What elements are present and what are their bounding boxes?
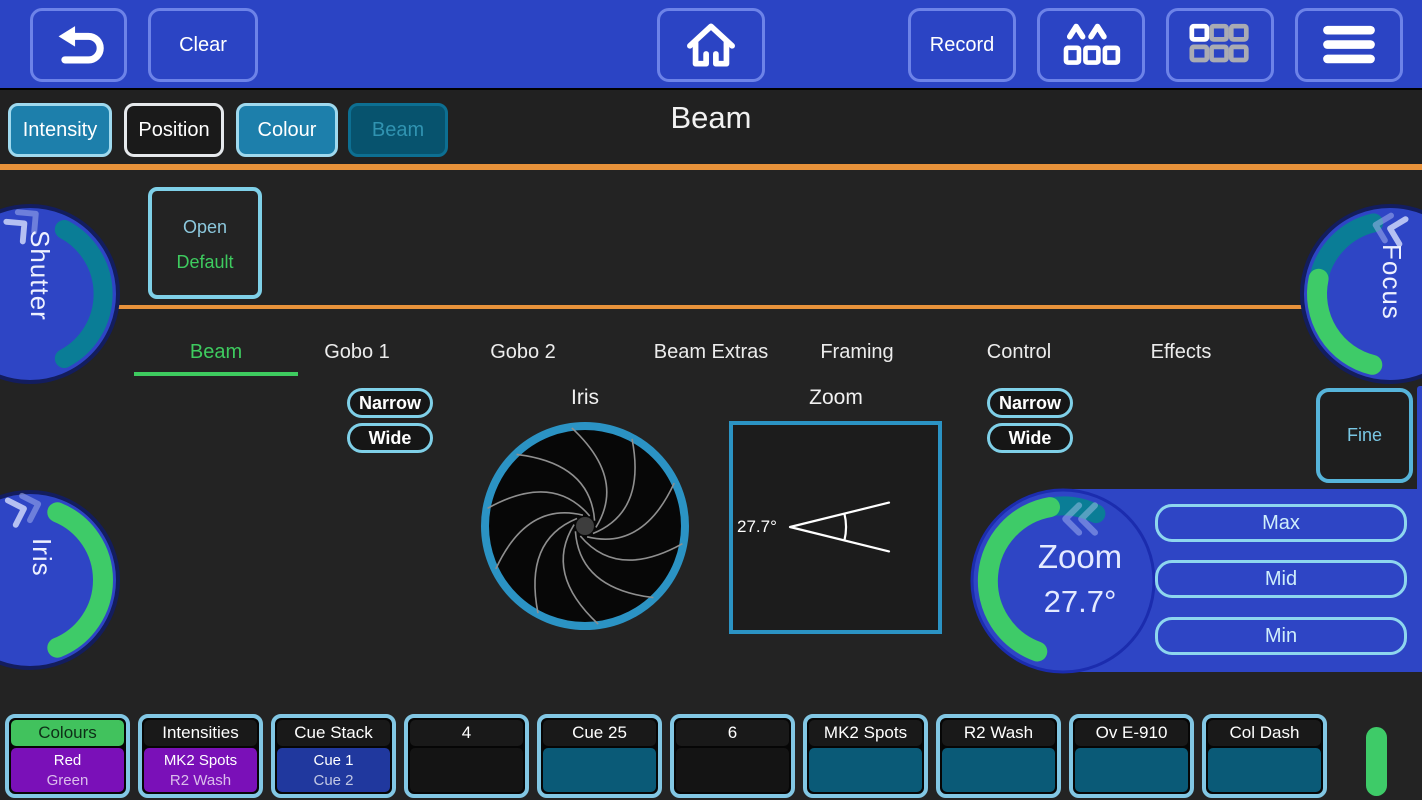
iris-section-label: Iris	[571, 386, 599, 409]
playback-title: 6	[676, 720, 789, 746]
playback-body	[410, 748, 523, 792]
preset-open-default-button[interactable]: Open Default	[148, 187, 262, 299]
playback-ov-e-910[interactable]: Ov E-910	[1069, 714, 1194, 798]
fine-button[interactable]: Fine	[1316, 388, 1413, 483]
playback-body: Cue 1 Cue 2	[277, 748, 390, 792]
sub-tab-gobo-1[interactable]: Gobo 1	[300, 334, 414, 372]
playback-col-dash[interactable]: Col Dash	[1202, 714, 1327, 798]
tab-colour[interactable]: Colour	[236, 103, 338, 157]
lighting-console-screen: Clear Record Intensity Position Colour B…	[0, 0, 1422, 800]
tab-beam[interactable]: Beam	[348, 103, 448, 157]
zoom-max-button[interactable]: Max	[1155, 504, 1407, 542]
sub-tab-effects[interactable]: Effects	[1124, 334, 1238, 372]
playback-body	[942, 748, 1055, 792]
preset-line-default: Default	[176, 252, 234, 272]
workspace-grid-icon	[1189, 23, 1249, 63]
playback-body	[1208, 748, 1321, 792]
playback-body: Red Green	[11, 748, 124, 792]
zoom-section-label: Zoom	[809, 386, 863, 409]
clear-button[interactable]: Clear	[148, 8, 258, 82]
home-button[interactable]	[657, 8, 765, 82]
fixtures-button[interactable]	[1037, 8, 1145, 82]
playback-line: Green	[46, 771, 89, 789]
home-icon	[687, 23, 735, 67]
playback-cue-25[interactable]: Cue 25	[537, 714, 662, 798]
iris-aperture-visualization	[481, 422, 689, 630]
playback-line: Cue 1	[313, 751, 354, 769]
playback-cue-stack[interactable]: Cue Stack Cue 1 Cue 2	[271, 714, 396, 798]
header-divider	[0, 164, 1422, 170]
sub-tab-beam[interactable]: Beam	[134, 334, 298, 376]
sub-tab-framing[interactable]: Framing	[800, 334, 914, 372]
playback-title: Intensities	[144, 720, 257, 746]
playback-title: MK2 Spots	[809, 720, 922, 746]
playback-line: MK2 Spots	[163, 751, 238, 769]
palette-tab-row: Intensity Position Colour Beam	[0, 88, 1422, 166]
playback-6[interactable]: 6	[670, 714, 795, 798]
edge-panel-sliver	[1417, 386, 1422, 492]
playback-line: Red	[53, 751, 82, 769]
focus-encoder-label: Focus	[1377, 244, 1407, 320]
top-toolbar: Clear Record	[0, 0, 1422, 88]
playback-title: 4	[410, 720, 523, 746]
playback-title: Cue 25	[543, 720, 656, 746]
playback-4[interactable]: 4	[404, 714, 529, 798]
record-button[interactable]: Record	[908, 8, 1016, 82]
iris-encoder-label: Iris	[27, 538, 57, 577]
playback-title: R2 Wash	[942, 720, 1055, 746]
grand-master-indicator	[1366, 727, 1387, 796]
back-arrow-icon	[58, 26, 104, 64]
tab-intensity[interactable]: Intensity	[8, 103, 112, 157]
playback-intensities[interactable]: Intensities MK2 Spots R2 Wash	[138, 714, 263, 798]
zoom-collapse-chevron-icon	[1062, 502, 1098, 536]
playback-body	[809, 748, 922, 792]
playback-title: Colours	[11, 720, 124, 746]
playback-body	[1075, 748, 1188, 792]
playback-colours[interactable]: Colours Red Green	[5, 714, 130, 798]
playback-title: Ov E-910	[1075, 720, 1188, 746]
shutter-encoder-label: Shutter	[25, 230, 55, 321]
playback-line: Cue 2	[313, 771, 354, 789]
zoom-mid-button[interactable]: Mid	[1155, 560, 1407, 598]
zoom-narrow-button[interactable]: Narrow	[987, 388, 1073, 418]
sub-tab-beam-extras[interactable]: Beam Extras	[630, 334, 792, 372]
sub-tab-gobo-2[interactable]: Gobo 2	[466, 334, 580, 372]
playback-title: Col Dash	[1208, 720, 1321, 746]
section-divider	[0, 305, 1422, 309]
playback-line: R2 Wash	[169, 771, 232, 789]
sub-tab-control[interactable]: Control	[962, 334, 1076, 372]
back-button[interactable]	[30, 8, 127, 82]
zoom-wide-button[interactable]: Wide	[987, 423, 1073, 453]
playback-body	[676, 748, 789, 792]
tab-position[interactable]: Position	[124, 103, 224, 157]
playback-row: Colours Red Green Intensities MK2 Spots R2 Wa…	[0, 714, 1422, 798]
zoom-encoder-label: Zoom	[1037, 538, 1123, 575]
playback-title: Cue Stack	[277, 720, 390, 746]
hamburger-menu-icon	[1323, 25, 1375, 64]
playback-body	[543, 748, 656, 792]
workspaces-button[interactable]	[1166, 8, 1274, 82]
iris-narrow-button[interactable]: Narrow	[347, 388, 433, 418]
menu-button[interactable]	[1295, 8, 1403, 82]
playback-mk2-spots[interactable]: MK2 Spots	[803, 714, 928, 798]
moving-head-fixtures-icon	[1063, 23, 1121, 65]
playback-body: MK2 Spots R2 Wash	[144, 748, 257, 792]
zoom-encoder-value: 27.7°	[1043, 584, 1117, 619]
preset-line-open: Open	[182, 217, 228, 237]
playback-r2-wash[interactable]: R2 Wash	[936, 714, 1061, 798]
zoom-angle-value: 27.7°	[737, 517, 777, 536]
iris-wide-button[interactable]: Wide	[347, 423, 433, 453]
zoom-min-button[interactable]: Min	[1155, 617, 1407, 655]
